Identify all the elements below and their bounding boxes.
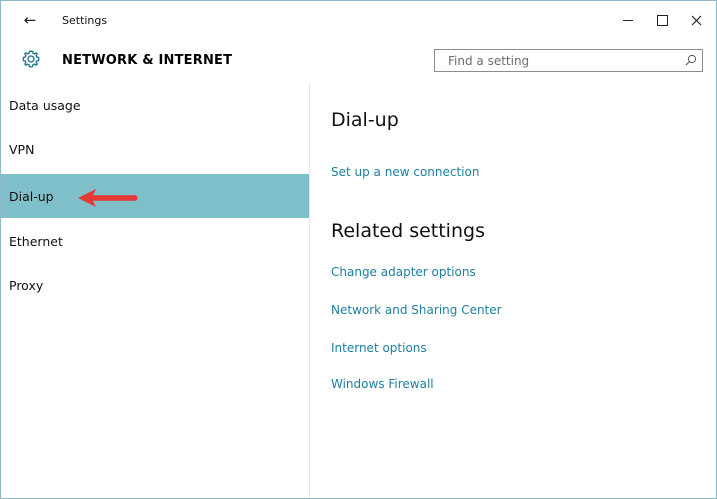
close-icon bbox=[691, 15, 701, 25]
internet-options-link[interactable]: Internet options bbox=[331, 341, 427, 355]
related-settings-heading: Related settings bbox=[331, 220, 485, 242]
sidebar-item-label: Ethernet bbox=[9, 233, 63, 249]
window-title: Settings bbox=[62, 14, 108, 27]
sidebar-item-data-usage[interactable]: Data usage bbox=[1, 83, 309, 127]
annotation-arrow-icon bbox=[78, 189, 138, 207]
sidebar-nav: Data usage VPN Dial-up Ethernet Proxy bbox=[1, 83, 310, 498]
page-title: Dial-up bbox=[331, 109, 399, 131]
sidebar-item-ethernet[interactable]: Ethernet bbox=[1, 219, 309, 263]
maximize-button[interactable] bbox=[647, 7, 677, 33]
sidebar-item-label: Data usage bbox=[9, 97, 81, 113]
close-button[interactable] bbox=[681, 7, 711, 33]
main-content: Dial-up Set up a new connection Related … bbox=[310, 83, 716, 498]
change-adapter-options-link[interactable]: Change adapter options bbox=[331, 265, 476, 279]
search-icon[interactable] bbox=[685, 54, 697, 66]
sidebar-item-proxy[interactable]: Proxy bbox=[1, 263, 309, 307]
sidebar-item-label: Proxy bbox=[9, 277, 44, 293]
network-sharing-center-link[interactable]: Network and Sharing Center bbox=[331, 303, 502, 317]
sidebar-item-label: VPN bbox=[9, 141, 35, 157]
search-box[interactable] bbox=[434, 49, 703, 72]
maximize-icon bbox=[656, 14, 668, 26]
minimize-icon bbox=[623, 19, 633, 21]
page-header: NETWORK & INTERNET bbox=[1, 39, 716, 83]
title-bar: ← Settings bbox=[1, 1, 716, 39]
gear-icon bbox=[22, 50, 40, 68]
sidebar-item-vpn[interactable]: VPN bbox=[1, 127, 309, 171]
sidebar-item-dial-up[interactable]: Dial-up bbox=[1, 174, 309, 218]
windows-firewall-link[interactable]: Windows Firewall bbox=[331, 377, 434, 391]
sidebar-item-label: Dial-up bbox=[9, 188, 54, 204]
back-arrow-icon[interactable]: ← bbox=[21, 11, 39, 29]
section-title: NETWORK & INTERNET bbox=[62, 53, 233, 68]
setup-new-connection-link[interactable]: Set up a new connection bbox=[331, 165, 479, 179]
settings-window: ← Settings NETWORK & INTERNET Find a set… bbox=[0, 0, 717, 499]
minimize-button[interactable] bbox=[613, 7, 643, 33]
search-input[interactable] bbox=[435, 50, 688, 71]
